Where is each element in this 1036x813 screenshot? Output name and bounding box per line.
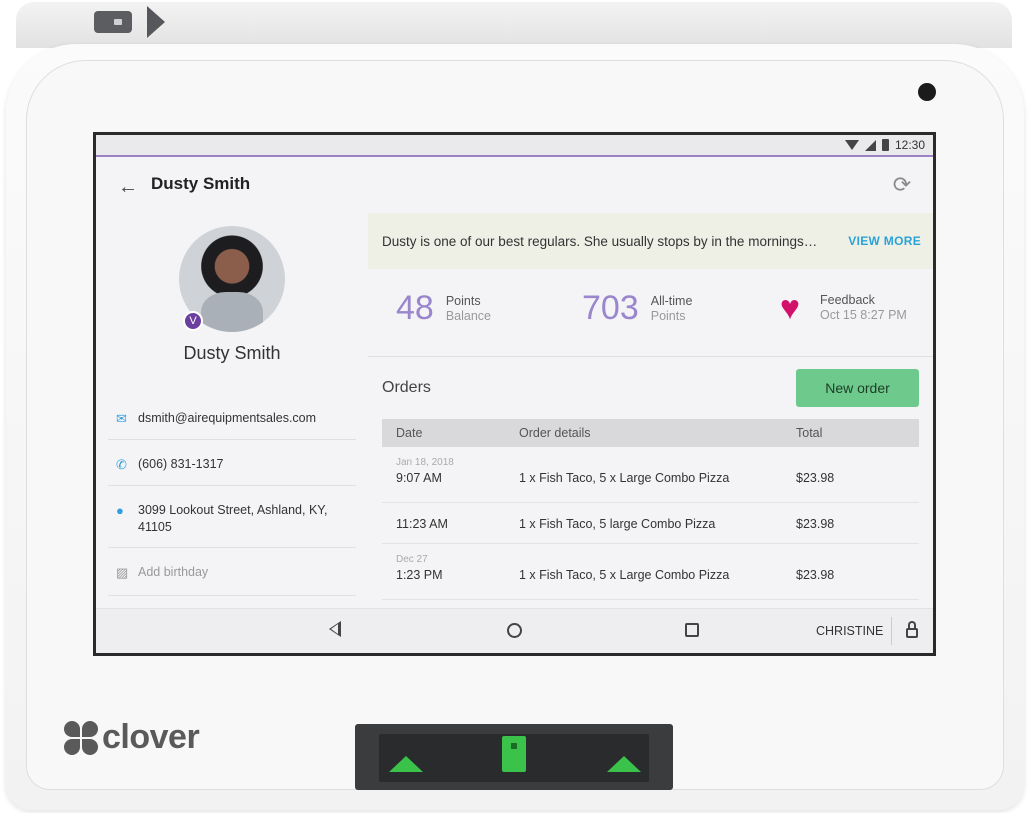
birthday-row[interactable]: ▨ Add birthday bbox=[108, 548, 356, 596]
table-row[interactable]: Dec 27 1:23 PM 1 x Fish Taco, 5 x Large … bbox=[382, 544, 919, 600]
feedback-date: Oct 15 8:27 PM bbox=[820, 308, 907, 322]
heart-icon: ♥ bbox=[779, 289, 801, 327]
page-title: Dusty Smith bbox=[151, 174, 251, 193]
alltime-value: 703 bbox=[582, 289, 639, 327]
feedback-label: Feedback bbox=[820, 293, 875, 307]
points-label: Points bbox=[445, 293, 481, 308]
status-time: 12:30 bbox=[894, 138, 925, 152]
card-icon bbox=[502, 736, 526, 772]
order-details: 1 x Fish Taco, 5 large Combo Pizza bbox=[519, 517, 716, 531]
alltime-sublabel: Points bbox=[650, 308, 686, 323]
column-total: Total bbox=[796, 426, 823, 440]
device-screen: 12:30 ← Dusty Smith ⟳ V Dusty Smith ✉ ds… bbox=[93, 132, 936, 656]
order-date: Dec 27 bbox=[396, 554, 428, 565]
view-more-link[interactable]: VIEW MORE bbox=[848, 234, 921, 248]
order-total: $23.98 bbox=[796, 568, 835, 582]
new-order-button[interactable]: New order bbox=[796, 369, 919, 407]
reader-arrow-right-icon bbox=[607, 756, 641, 772]
nav-recents-icon[interactable] bbox=[685, 623, 699, 637]
status-bar: 12:30 bbox=[96, 135, 933, 157]
device-port bbox=[94, 11, 132, 33]
refresh-icon[interactable]: ⟳ bbox=[890, 173, 914, 197]
order-time: 1:23 PM bbox=[396, 568, 443, 582]
address-line2: 41105 bbox=[138, 520, 172, 534]
loyalty-stats: 48 Points Balance 703 All-time Points ♥ … bbox=[368, 269, 933, 357]
order-details: 1 x Fish Taco, 5 x Large Combo Pizza bbox=[519, 568, 730, 582]
order-total: $23.98 bbox=[796, 517, 835, 531]
reader-arrow-left-icon bbox=[389, 756, 423, 772]
back-arrow-icon[interactable]: ← bbox=[118, 176, 140, 198]
points-sublabel: Balance bbox=[445, 308, 492, 323]
app-bar: ← Dusty Smith ⟳ bbox=[96, 159, 933, 213]
nav-divider bbox=[891, 617, 892, 645]
column-order-details: Order details bbox=[519, 426, 591, 440]
power-button bbox=[147, 6, 165, 38]
location-pin-icon: ● bbox=[116, 503, 124, 518]
orders-header: Orders New order bbox=[368, 357, 933, 419]
alltime-points-stat: 703 All-time Points bbox=[582, 289, 692, 328]
phone-icon: ✆ bbox=[116, 457, 127, 472]
address-line1: 3099 Lookout Street, Ashland, KY, bbox=[138, 503, 328, 517]
camera-icon bbox=[918, 83, 936, 101]
email-row[interactable]: ✉ dsmith@airequipmentsales.com bbox=[108, 400, 356, 440]
points-balance-stat: 48 Points Balance bbox=[396, 289, 491, 328]
employee-name[interactable]: CHRISTINE bbox=[816, 624, 883, 638]
phone-row[interactable]: ✆ (606) 831-1317 bbox=[108, 440, 356, 486]
nav-back-icon[interactable] bbox=[329, 621, 341, 637]
email-text: dsmith@airequipmentsales.com bbox=[138, 411, 317, 425]
orders-table-header: Date Order details Total bbox=[382, 419, 919, 447]
clover-logo: clover bbox=[64, 718, 200, 757]
cake-icon: ▨ bbox=[116, 565, 129, 580]
wifi-icon bbox=[844, 140, 859, 150]
points-value: 48 bbox=[396, 289, 434, 327]
order-time: 9:07 AM bbox=[396, 471, 442, 485]
nav-home-icon[interactable] bbox=[507, 623, 522, 638]
device-top-edge bbox=[16, 2, 1012, 48]
order-details: 1 x Fish Taco, 5 x Large Combo Pizza bbox=[519, 471, 730, 485]
note-text: Dusty is one of our best regulars. She u… bbox=[382, 233, 818, 249]
orders-table: Date Order details Total Jan 18, 2018 9:… bbox=[382, 419, 919, 600]
customer-profile-panel: V Dusty Smith ✉ dsmith@airequipmentsales… bbox=[96, 213, 368, 608]
phone-text: (606) 831-1317 bbox=[138, 457, 224, 471]
address-text: 3099 Lookout Street, Ashland, KY, 41105 bbox=[138, 502, 328, 536]
clover-logo-icon bbox=[64, 720, 98, 755]
customer-note: Dusty is one of our best regulars. She u… bbox=[368, 213, 933, 269]
customer-badge: V bbox=[183, 311, 203, 331]
email-icon: ✉ bbox=[116, 411, 127, 426]
table-row[interactable]: 11:23 AM 1 x Fish Taco, 5 large Combo Pi… bbox=[382, 503, 919, 544]
orders-title: Orders bbox=[382, 379, 431, 396]
order-total: $23.98 bbox=[796, 471, 835, 485]
android-nav-bar: CHRISTINE bbox=[96, 608, 933, 653]
customer-name: Dusty Smith bbox=[183, 343, 281, 363]
column-date: Date bbox=[396, 426, 423, 440]
card-reader bbox=[355, 724, 673, 790]
feedback-stat[interactable]: ♥ Feedback Oct 15 8:27 PM bbox=[772, 291, 907, 325]
add-birthday-text: Add birthday bbox=[138, 565, 209, 579]
address-row[interactable]: ● 3099 Lookout Street, Ashland, KY, 4110… bbox=[108, 486, 356, 548]
signal-icon bbox=[864, 139, 876, 151]
order-date: Jan 18, 2018 bbox=[396, 457, 454, 468]
battery-icon bbox=[881, 139, 889, 151]
lock-icon[interactable] bbox=[906, 621, 918, 639]
logo-text: clover bbox=[102, 718, 200, 756]
alltime-label: All-time bbox=[650, 293, 693, 308]
table-row[interactable]: Jan 18, 2018 9:07 AM 1 x Fish Taco, 5 x … bbox=[382, 447, 919, 503]
order-time: 11:23 AM bbox=[396, 517, 448, 531]
